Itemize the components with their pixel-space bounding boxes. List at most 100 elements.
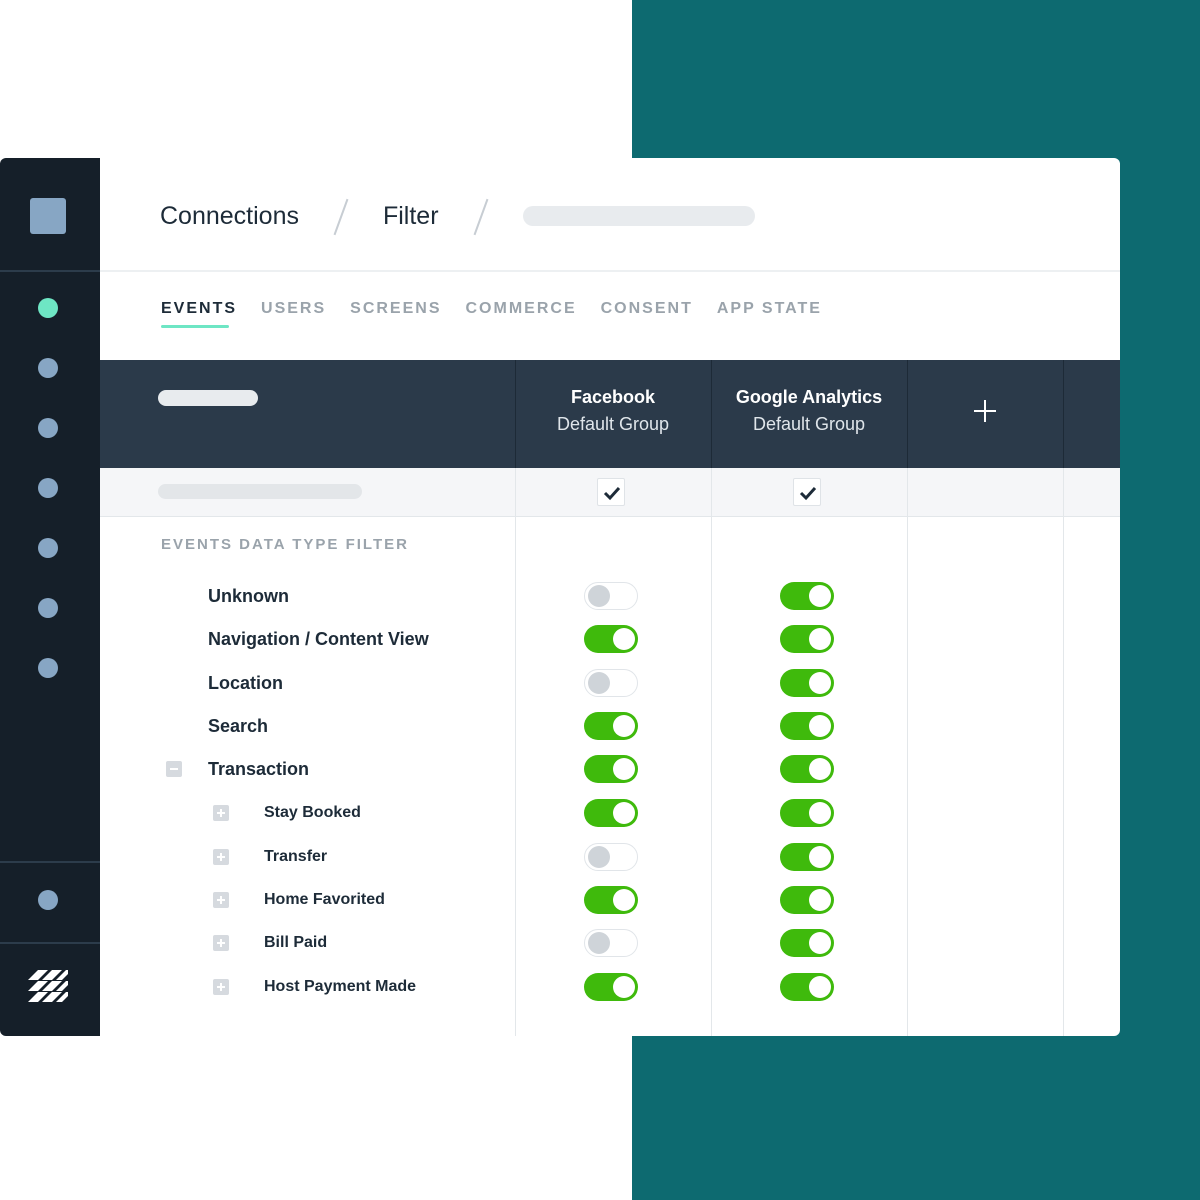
collapse-minus-square-icon[interactable]	[166, 761, 182, 777]
column-divider	[711, 468, 712, 1036]
column-divider	[1063, 468, 1064, 1036]
toggle-switch[interactable]	[584, 886, 638, 914]
toggle-knob	[809, 846, 831, 868]
row-label: Location	[208, 673, 283, 693]
tab-bar: EVENTS USERS SCREENS COMMERCE CONSENT AP…	[161, 300, 846, 328]
sidebar-item-5-icon[interactable]	[38, 538, 58, 558]
toggle-knob	[809, 585, 831, 607]
toggle-switch[interactable]	[584, 755, 638, 783]
tab-consent[interactable]: CONSENT	[601, 300, 693, 328]
toggle-knob	[588, 585, 610, 607]
sidebar-item-1-icon[interactable]	[38, 298, 58, 318]
sidebar-item-7-icon[interactable]	[38, 658, 58, 678]
toggle-switch[interactable]	[780, 843, 834, 871]
toggle-switch[interactable]	[780, 582, 834, 610]
toggle-switch[interactable]	[584, 712, 638, 740]
toggle-knob	[809, 628, 831, 650]
toggle-knob	[809, 932, 831, 954]
toggle-switch[interactable]	[780, 755, 834, 783]
expand-plus-square-icon[interactable]	[213, 849, 229, 865]
expand-plus-square-icon[interactable]	[213, 892, 229, 908]
toggle-switch[interactable]	[584, 973, 638, 1001]
toggle-knob	[588, 932, 610, 954]
toggle-switch[interactable]	[780, 929, 834, 957]
tab-app-state[interactable]: APP STATE	[717, 300, 822, 328]
toggle-knob	[809, 976, 831, 998]
section-title: EVENTS DATA TYPE FILTER	[161, 536, 409, 553]
checkmark-icon	[603, 486, 621, 501]
sidebar-divider	[0, 942, 100, 944]
column-title: Google Analytics	[735, 387, 883, 407]
toggle-switch[interactable]	[584, 582, 638, 610]
column-subtitle: Default Group	[556, 414, 670, 434]
sidebar-settings-icon[interactable]	[38, 890, 58, 910]
column-divider	[907, 468, 908, 1036]
tab-commerce[interactable]: COMMERCE	[466, 300, 577, 328]
expand-plus-square-icon[interactable]	[213, 979, 229, 995]
column-divider	[907, 360, 908, 468]
sidebar-item-4-icon[interactable]	[38, 478, 58, 498]
toggle-knob	[809, 672, 831, 694]
column-header-facebook[interactable]: Facebook Default Group	[515, 360, 711, 468]
select-all-checkbox-facebook[interactable]	[597, 478, 625, 506]
row-label: Search	[208, 716, 269, 736]
toggle-switch[interactable]	[780, 973, 834, 1001]
table-header: Facebook Default Group Google Analytics …	[100, 360, 1120, 468]
expand-plus-square-icon[interactable]	[213, 805, 229, 821]
row-label: Unknown	[208, 586, 289, 606]
toggle-knob	[613, 802, 635, 824]
tab-screens[interactable]: SCREENS	[350, 300, 441, 328]
toggle-switch[interactable]	[584, 799, 638, 827]
main-panel: Connections Filter EVENTS USERS SCREENS …	[100, 158, 1120, 1036]
toggle-switch[interactable]	[584, 843, 638, 871]
toggle-switch[interactable]	[780, 799, 834, 827]
sidebar-divider	[0, 861, 100, 863]
toggle-switch[interactable]	[584, 669, 638, 697]
toggle-switch[interactable]	[780, 712, 834, 740]
breadcrumb-placeholder	[522, 206, 755, 226]
add-connection-plus-icon[interactable]	[974, 400, 996, 422]
sidebar-item-3-icon[interactable]	[38, 418, 58, 438]
tab-events[interactable]: EVENTS	[161, 300, 237, 328]
column-subtitle: Default Group	[752, 414, 866, 434]
column-title: Facebook	[570, 387, 656, 407]
row-label: Host Payment Made	[264, 978, 417, 995]
column-header-google-analytics[interactable]: Google Analytics Default Group	[711, 360, 907, 468]
sidebar	[0, 158, 100, 1036]
breadcrumb-separator	[323, 198, 359, 234]
column-divider	[515, 468, 516, 1036]
toggle-knob	[613, 889, 635, 911]
row-label: Home Favorited	[264, 891, 385, 908]
breadcrumb-connections[interactable]: Connections	[160, 202, 299, 231]
toggle-knob	[809, 758, 831, 780]
select-all-placeholder	[158, 484, 362, 499]
row-label: Transfer	[264, 848, 328, 865]
tab-users[interactable]: USERS	[261, 300, 326, 328]
toggle-switch[interactable]	[780, 625, 834, 653]
breadcrumb-filter[interactable]: Filter	[383, 202, 439, 231]
header-placeholder	[158, 390, 258, 406]
breadcrumb: Connections Filter	[160, 198, 755, 234]
column-divider	[1063, 360, 1064, 468]
sidebar-item-6-icon[interactable]	[38, 598, 58, 618]
header-divider	[100, 270, 1120, 272]
toggle-switch[interactable]	[780, 669, 834, 697]
row-label: Transaction	[208, 759, 310, 779]
toggle-switch[interactable]	[584, 625, 638, 653]
sidebar-divider	[0, 270, 100, 272]
toggle-switch[interactable]	[584, 929, 638, 957]
toggle-knob	[809, 715, 831, 737]
toggle-knob	[588, 846, 610, 868]
brand-logo-icon[interactable]	[28, 970, 68, 1002]
toggle-knob	[613, 628, 635, 650]
expand-plus-square-icon[interactable]	[213, 935, 229, 951]
app-logo-icon[interactable]	[30, 198, 66, 234]
toggle-switch[interactable]	[780, 886, 834, 914]
row-label: Stay Booked	[264, 804, 361, 821]
sidebar-item-2-icon[interactable]	[38, 358, 58, 378]
select-all-checkbox-google-analytics[interactable]	[793, 478, 821, 506]
checkmark-icon	[799, 486, 817, 501]
column-divider	[711, 360, 712, 468]
row-label: Navigation / Content View	[208, 629, 429, 649]
toggle-knob	[588, 672, 610, 694]
